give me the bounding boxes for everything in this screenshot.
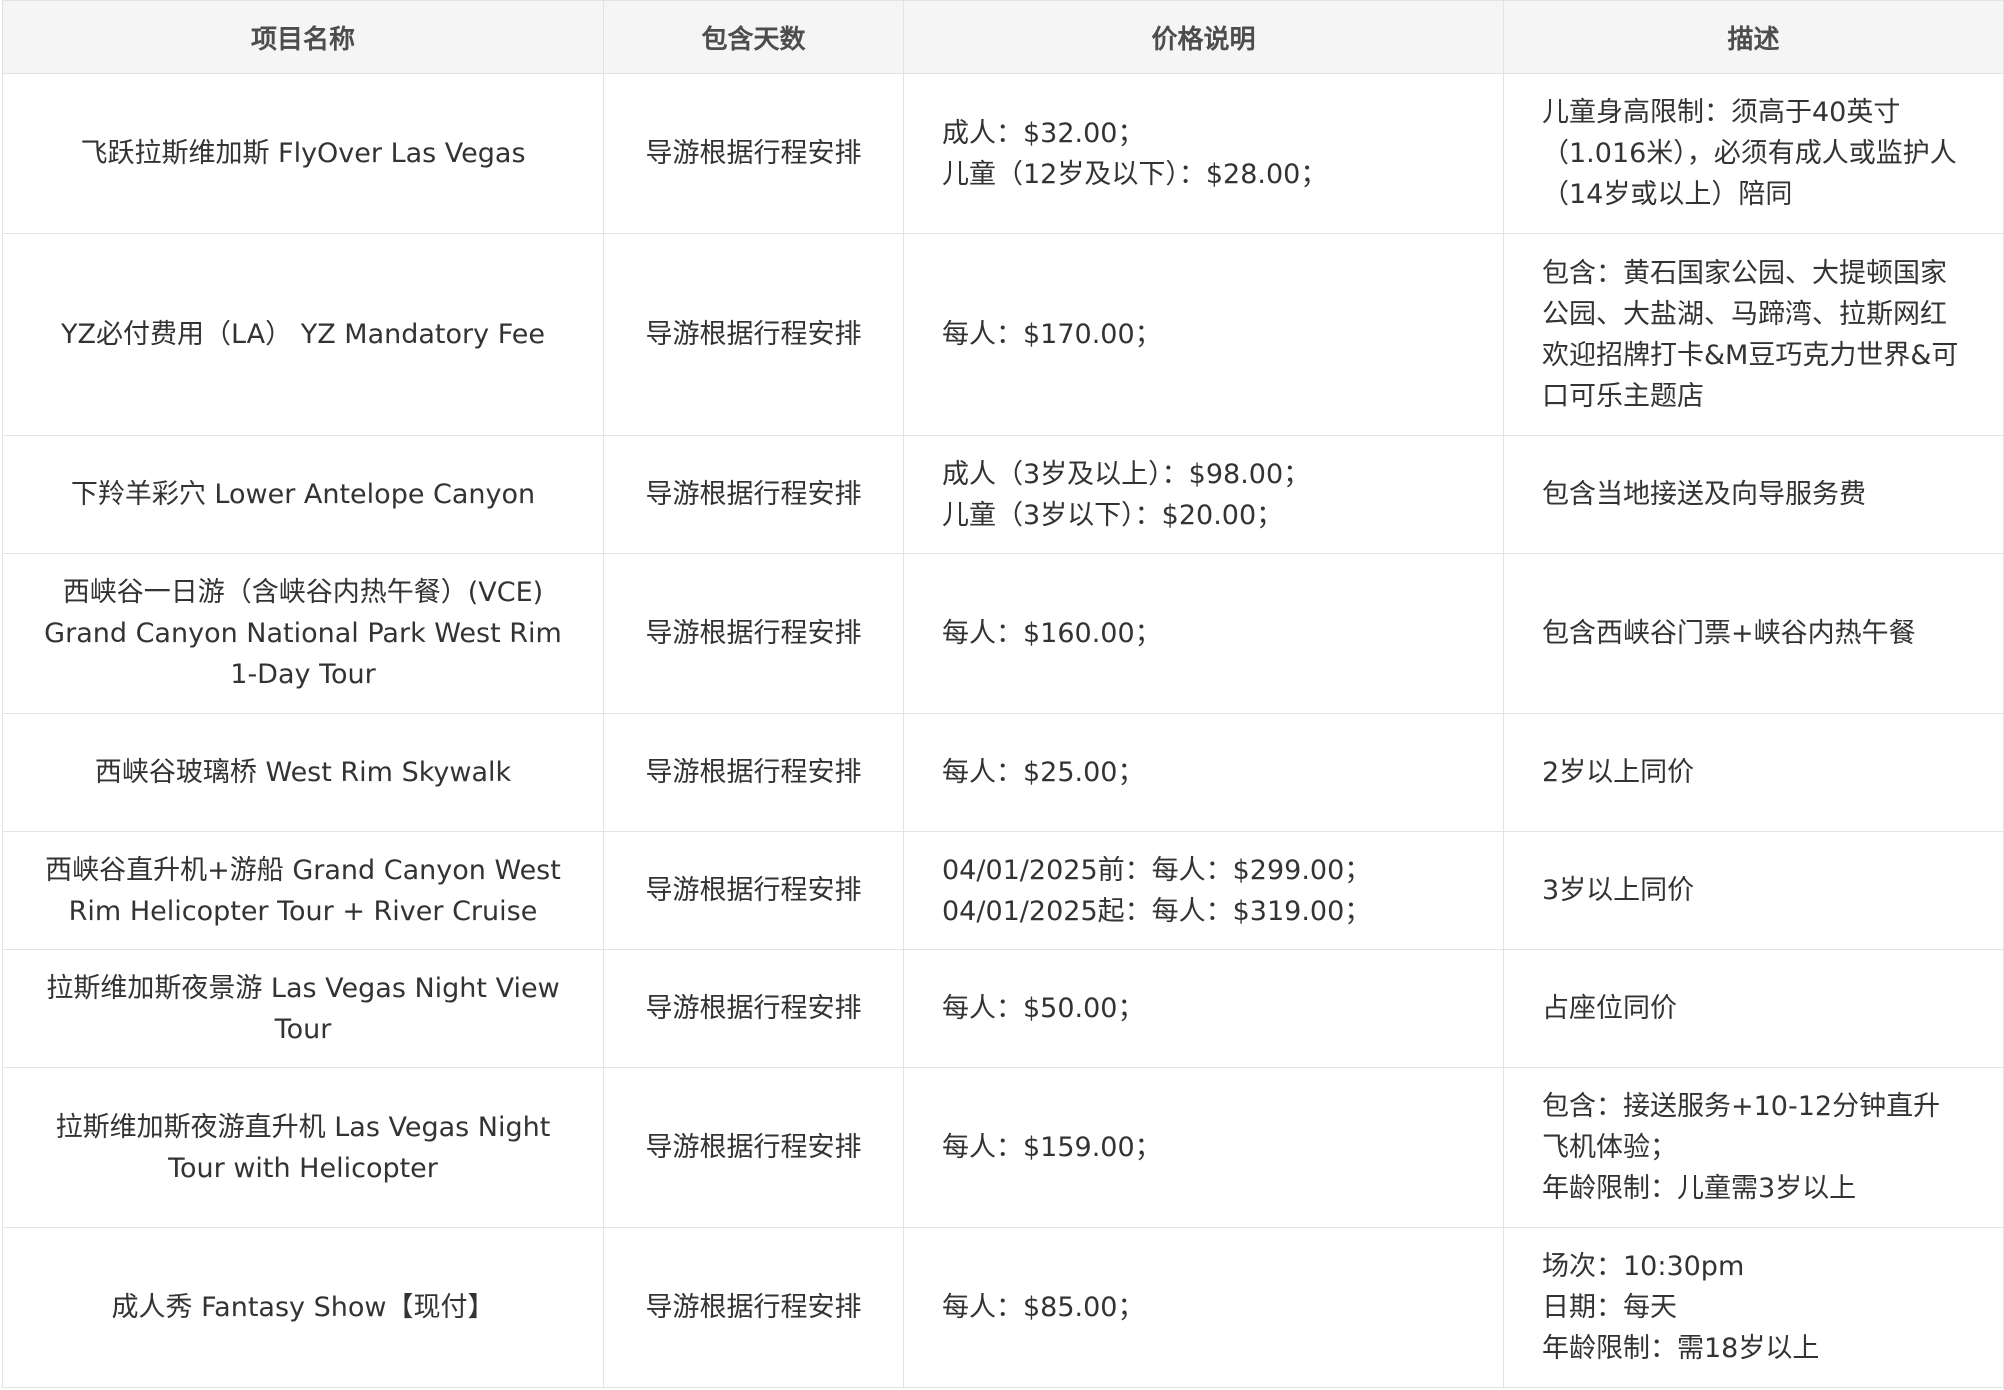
- description-line: 年龄限制：儿童需3岁以上: [1542, 1173, 1857, 1204]
- table-row: 拉斯维加斯夜景游 Las Vegas Night View Tour 导游根据行程…: [2, 949, 2004, 1068]
- activity-name-cell: 西峡谷直升机+游船 Grand Canyon West Rim Helicopt…: [2, 831, 604, 950]
- price-cell: 每人：$50.00；: [903, 949, 1504, 1068]
- description-line: 年龄限制：需18岁以上: [1542, 1333, 1820, 1364]
- included-days-cell: 导游根据行程安排: [603, 553, 904, 714]
- included-days-cell: 导游根据行程安排: [603, 1067, 904, 1228]
- included-days-cell: 导游根据行程安排: [603, 949, 904, 1068]
- description-cell: 场次：10:30pm 日期：每天年龄限制：需18岁以上: [1503, 1227, 2004, 1388]
- activity-price-table: 项目名称 包含天数 价格说明 描述 飞跃拉斯维加斯 FlyOver Las Ve…: [2, 0, 2004, 1388]
- price-line: 成人：$32.00；: [942, 117, 1145, 149]
- table-header: 项目名称 包含天数 价格说明 描述: [2, 0, 2004, 74]
- price-cell: 成人：$32.00； 儿童（12岁及以下）：$28.00；: [903, 73, 1504, 234]
- column-header-name: 项目名称: [2, 0, 604, 74]
- table-row: 成人秀 Fantasy Show【现付】 导游根据行程安排 每人：$85.00； 场次…: [2, 1227, 2004, 1388]
- activity-name-cell: 下羚羊彩穴 Lower Antelope Canyon: [2, 435, 604, 554]
- description-cell: 包含：黄石国家公园、大提顿国家公园、大盐湖、马蹄湾、拉斯网红欢迎招牌打卡&M豆巧…: [1503, 233, 2004, 436]
- price-cell: 每人：$170.00；: [903, 233, 1504, 436]
- price-line: 每人：$170.00；: [942, 319, 1162, 350]
- column-header-description: 描述: [1503, 0, 2004, 74]
- activity-name-cell: 西峡谷玻璃桥 West Rim Skywalk: [2, 713, 604, 832]
- activity-name-cell: 成人秀 Fantasy Show【现付】: [2, 1227, 604, 1388]
- table-row: YZ必付费用（LA） YZ Mandatory Fee 导游根据行程安排 每人：$1…: [2, 233, 2004, 436]
- price-line: 每人：$160.00；: [942, 618, 1162, 649]
- description-cell: 包含：接送服务+10-12分钟直升飞机体验； 年龄限制：儿童需3岁以上: [1503, 1067, 2004, 1228]
- table-row: 飞跃拉斯维加斯 FlyOver Las Vegas 导游根据行程安排 成人：$32.…: [2, 73, 2004, 234]
- included-days-cell: 导游根据行程安排: [603, 831, 904, 950]
- table-row: 西峡谷玻璃桥 West Rim Skywalk 导游根据行程安排 每人：$25.00…: [2, 713, 2004, 832]
- description-cell: 包含当地接送及向导服务费: [1503, 435, 2004, 554]
- description-cell: 3岁以上同价: [1503, 831, 2004, 950]
- included-days-cell: 导游根据行程安排: [603, 233, 904, 436]
- included-days-cell: 导游根据行程安排: [603, 73, 904, 234]
- price-cell: 每人：$85.00；: [903, 1227, 1504, 1388]
- price-line: 每人：$85.00；: [942, 1292, 1145, 1323]
- table-body: 飞跃拉斯维加斯 FlyOver Las Vegas 导游根据行程安排 成人：$32.…: [2, 73, 2004, 1388]
- included-days-cell: 导游根据行程安排: [603, 713, 904, 832]
- column-header-days: 包含天数: [603, 0, 904, 74]
- description-line: 场次：10:30pm: [1542, 1251, 1745, 1282]
- price-cell: 04/01/2025前：每人：$299.00； 04/01/2025起：每人：$3…: [903, 831, 1504, 950]
- price-line: 每人：$50.00；: [942, 993, 1145, 1024]
- price-line: 每人：$159.00；: [942, 1132, 1162, 1163]
- description-line: 儿童身高限制：须高于40英寸（1.016米），必须有成人或监护人（14岁或以上）…: [1542, 97, 1957, 210]
- activity-name-cell: 拉斯维加斯夜景游 Las Vegas Night View Tour: [2, 949, 604, 1068]
- included-days-cell: 导游根据行程安排: [603, 1227, 904, 1388]
- price-cell: 每人：$159.00；: [903, 1067, 1504, 1228]
- description-line: 占座位同价: [1542, 993, 1677, 1024]
- price-line: 儿童（3岁以下）：$20.00；: [942, 499, 1284, 531]
- header-row: 项目名称 包含天数 价格说明 描述: [2, 0, 2004, 74]
- price-line: 04/01/2025前：每人：$299.00；: [942, 854, 1372, 886]
- description-cell: 包含西峡谷门票+峡谷内热午餐: [1503, 553, 2004, 714]
- price-line: 每人：$25.00；: [942, 757, 1145, 788]
- description-cell: 占座位同价: [1503, 949, 2004, 1068]
- description-cell: 2岁以上同价: [1503, 713, 2004, 832]
- description-line: 3岁以上同价: [1542, 875, 1695, 906]
- activity-name-cell: 拉斯维加斯夜游直升机 Las Vegas Night Tour with Hel…: [2, 1067, 604, 1228]
- description-line: 包含：接送服务+10-12分钟直升飞机体验；: [1542, 1091, 1941, 1163]
- price-cell: 每人：$160.00；: [903, 553, 1504, 714]
- description-line: 包含当地接送及向导服务费: [1542, 479, 1866, 510]
- price-line: 04/01/2025起：每人：$319.00；: [942, 895, 1372, 927]
- description-line: 日期：每天: [1542, 1292, 1677, 1323]
- price-line: 成人（3岁及以上）：$98.00；: [942, 458, 1311, 490]
- activity-name-cell: 飞跃拉斯维加斯 FlyOver Las Vegas: [2, 73, 604, 234]
- included-days-cell: 导游根据行程安排: [603, 435, 904, 554]
- table-row: 西峡谷一日游（含峡谷内热午餐）(VCE) Grand Canyon Nation…: [2, 553, 2004, 714]
- table-row: 西峡谷直升机+游船 Grand Canyon West Rim Helicopt…: [2, 831, 2004, 950]
- description-line: 包含：黄石国家公园、大提顿国家公园、大盐湖、马蹄湾、拉斯网红欢迎招牌打卡&M豆巧…: [1542, 257, 1959, 412]
- description-cell: 儿童身高限制：须高于40英寸（1.016米），必须有成人或监护人（14岁或以上）…: [1503, 73, 2004, 234]
- column-header-price: 价格说明: [903, 0, 1504, 74]
- price-cell: 成人（3岁及以上）：$98.00； 儿童（3岁以下）：$20.00；: [903, 435, 1504, 554]
- table-row: 下羚羊彩穴 Lower Antelope Canyon 导游根据行程安排 成人（3岁…: [2, 435, 2004, 554]
- description-line: 2岁以上同价: [1542, 757, 1695, 788]
- price-cell: 每人：$25.00；: [903, 713, 1504, 832]
- activity-name-cell: 西峡谷一日游（含峡谷内热午餐）(VCE) Grand Canyon Nation…: [2, 553, 604, 714]
- activity-name-cell: YZ必付费用（LA） YZ Mandatory Fee: [2, 233, 604, 436]
- table-row: 拉斯维加斯夜游直升机 Las Vegas Night Tour with Hel…: [2, 1067, 2004, 1228]
- price-line: 儿童（12岁及以下）：$28.00；: [942, 158, 1328, 190]
- description-line: 包含西峡谷门票+峡谷内热午餐: [1542, 618, 1916, 649]
